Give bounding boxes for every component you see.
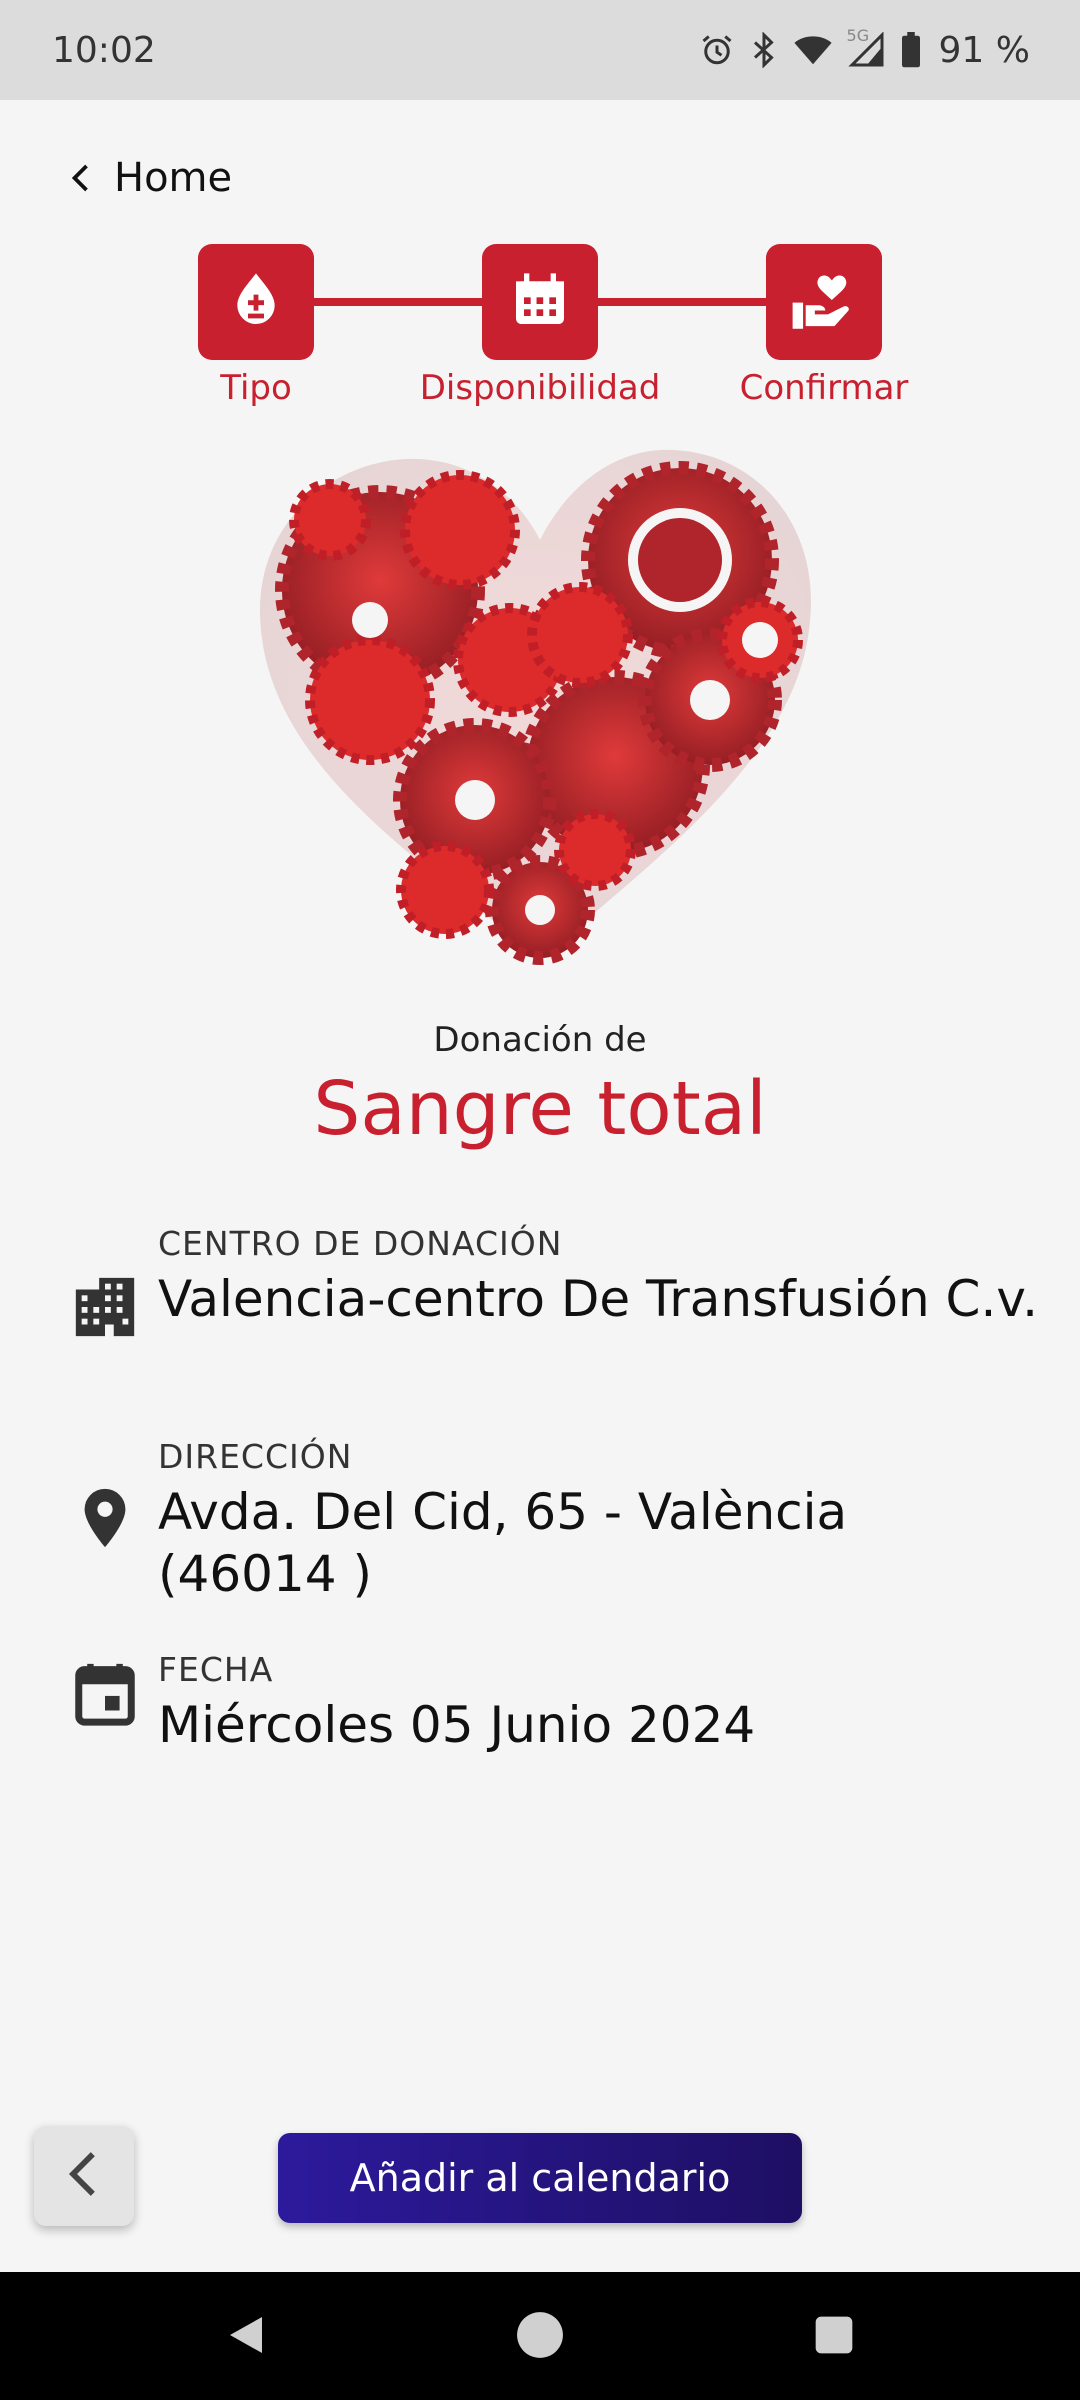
step-tipo[interactable]: Tipo (146, 244, 366, 408)
gear-heart-illustration (240, 440, 840, 980)
date-value: Miércoles 05 Junio 2024 (158, 1696, 756, 1754)
step-label: Tipo (220, 368, 292, 408)
nav-back-button[interactable] (206, 2302, 286, 2372)
system-navigation-bar (0, 2272, 1080, 2400)
status-time: 10:02 (52, 30, 156, 71)
step-icon-box (766, 244, 882, 360)
step-confirmar[interactable]: Confirmar (714, 244, 934, 408)
add-to-calendar-button[interactable]: Añadir al calendario (278, 2133, 802, 2223)
nav-recents-button[interactable] (794, 2302, 874, 2372)
address-label: DIRECCIÓN (158, 1437, 353, 1476)
blood-drop-icon (224, 268, 288, 336)
home-back-link[interactable]: Home (64, 148, 232, 208)
donation-type-title: Sangre total (313, 1066, 767, 1152)
address-row: DIRECCIÓN Avda. Del Cid, 65 - València (… (70, 1437, 1030, 1607)
date-label: FECHA (158, 1650, 274, 1689)
wifi-icon (793, 32, 833, 68)
status-icons: 5G 91 % (699, 26, 1030, 71)
heart-hand-icon (790, 268, 858, 336)
date-row: FECHA Miércoles 05 Junio 2024 (70, 1650, 1030, 1770)
nav-home-button[interactable] (500, 2302, 580, 2372)
back-link-label: Home (114, 155, 233, 201)
alarm-icon (699, 32, 735, 68)
step-label: Confirmar (739, 368, 909, 408)
square-recents-icon (812, 2313, 856, 2361)
building-icon (70, 1272, 140, 1342)
step-disponibilidad[interactable]: Disponibilidad (420, 244, 660, 408)
chevron-left-icon (64, 158, 100, 198)
chevron-left-icon (62, 2146, 106, 2206)
battery-percentage: 91 % (938, 29, 1030, 71)
location-pin-icon (70, 1483, 140, 1553)
status-bar: 10:02 5G 91 % (0, 0, 1080, 100)
step-label: Disponibilidad (419, 368, 661, 408)
progress-stepper: Tipo Disponibilidad Confirmar (0, 244, 1080, 414)
triangle-back-icon (222, 2310, 270, 2364)
back-button[interactable] (34, 2126, 134, 2226)
donation-center-row: CENTRO DE DONACIÓN Valencia-centro De Tr… (70, 1224, 1038, 1394)
signal-icon: 5G (847, 26, 887, 68)
donation-subtitle: Donación de (433, 1020, 647, 1060)
address-value: Avda. Del Cid, 65 - València (46014 ) (158, 1483, 848, 1603)
center-value: Valencia-centro De Transfusión C.v. (158, 1270, 1038, 1328)
step-icon-box (198, 244, 314, 360)
center-label: CENTRO DE DONACIÓN (158, 1224, 563, 1263)
step-icon-box (482, 244, 598, 360)
network-type-label: 5G (846, 26, 870, 45)
bluetooth-icon (749, 32, 779, 68)
battery-icon (901, 32, 921, 68)
calendar-event-icon (70, 1658, 140, 1728)
circle-home-icon (515, 2310, 565, 2364)
calendar-icon (508, 268, 572, 336)
